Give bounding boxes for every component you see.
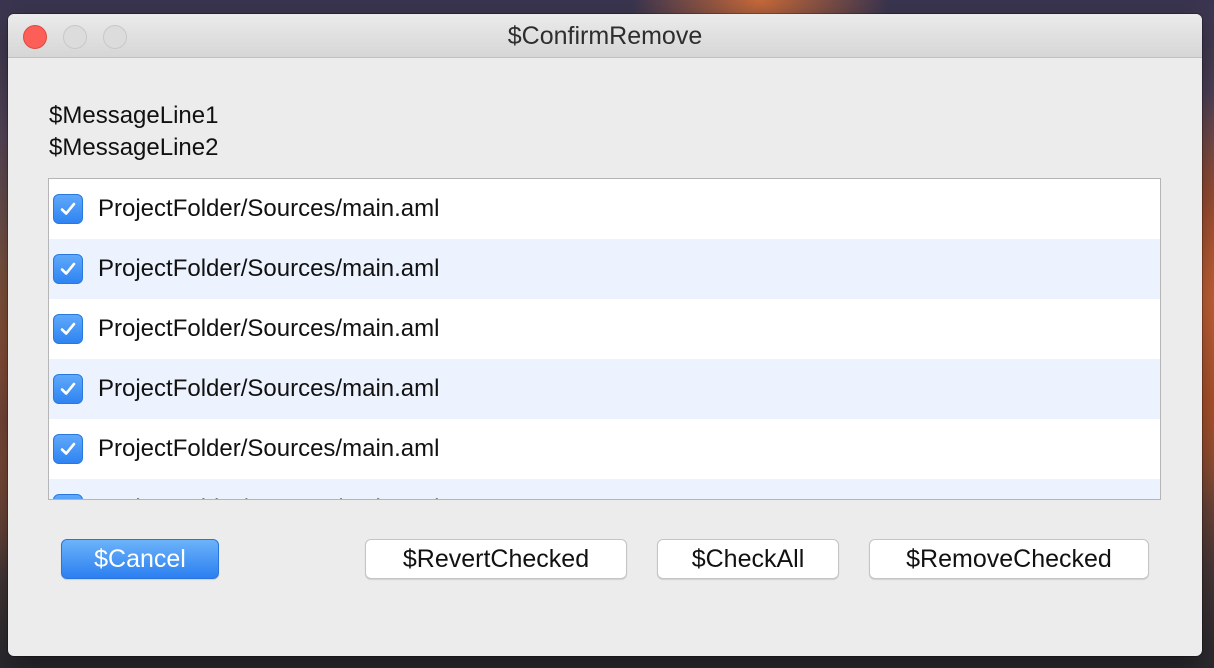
file-path: ProjectFolder/Sources/main.aml <box>98 479 439 499</box>
file-list[interactable]: ProjectFolder/Sources/main.aml ProjectFo… <box>48 178 1161 500</box>
checkmark-icon <box>60 322 76 335</box>
check-all-button[interactable]: $CheckAll <box>657 539 839 579</box>
list-item[interactable]: ProjectFolder/Sources/main.aml <box>49 479 1160 500</box>
checkbox[interactable] <box>53 374 83 404</box>
message-text: $MessageLine1 $MessageLine2 <box>49 100 218 164</box>
checkmark-icon <box>60 442 76 455</box>
list-item[interactable]: ProjectFolder/Sources/main.aml <box>49 299 1160 359</box>
confirm-remove-dialog: $ConfirmRemove $MessageLine1 $MessageLin… <box>8 14 1202 656</box>
checkbox[interactable] <box>53 434 83 464</box>
list-item[interactable]: ProjectFolder/Sources/main.aml <box>49 179 1160 239</box>
cancel-button[interactable]: $Cancel <box>61 539 219 579</box>
checkmark-icon <box>60 262 76 275</box>
file-path: ProjectFolder/Sources/main.aml <box>98 195 440 222</box>
list-item[interactable]: ProjectFolder/Sources/main.aml <box>49 239 1160 299</box>
checkbox[interactable] <box>53 314 83 344</box>
checkbox[interactable] <box>53 254 83 284</box>
remove-checked-button[interactable]: $RemoveChecked <box>869 539 1149 579</box>
window-title: $ConfirmRemove <box>507 22 703 50</box>
list-item[interactable]: ProjectFolder/Sources/main.aml <box>49 359 1160 419</box>
message-line-1: $MessageLine1 <box>49 102 219 129</box>
list-item[interactable]: ProjectFolder/Sources/main.aml <box>49 419 1160 479</box>
file-path: ProjectFolder/Sources/main.aml <box>98 255 440 282</box>
file-path: ProjectFolder/Sources/main.aml <box>98 375 440 402</box>
checkmark-icon <box>58 499 78 500</box>
message-line-2: $MessageLine2 <box>49 134 219 161</box>
revert-checked-button[interactable]: $RevertChecked <box>365 539 627 579</box>
checkmark-icon <box>60 382 76 395</box>
checkbox[interactable] <box>53 494 83 500</box>
file-path: ProjectFolder/Sources/main.aml <box>98 435 440 462</box>
checkbox[interactable] <box>53 194 83 224</box>
checkmark-icon <box>60 202 76 215</box>
file-path: ProjectFolder/Sources/main.aml <box>98 315 440 342</box>
title-bar: $ConfirmRemove <box>8 14 1202 58</box>
